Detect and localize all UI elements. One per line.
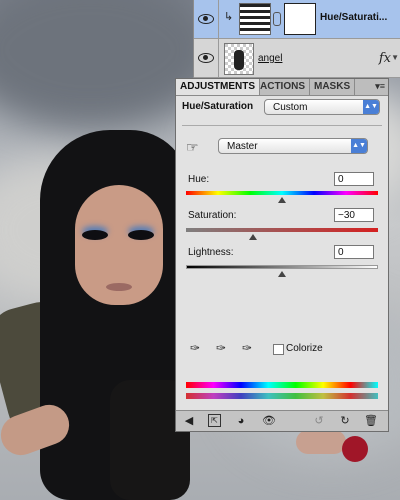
panel-menu-icon[interactable]: ▾≡ bbox=[375, 81, 385, 92]
panel-tabs: ADJUSTMENTS ACTIONS MASKS ▾≡ bbox=[176, 79, 388, 96]
layer-thumbnail bbox=[224, 43, 254, 75]
adjustment-title: Hue/Saturation bbox=[182, 101, 254, 112]
colorize-checkbox[interactable] bbox=[273, 344, 284, 355]
layer-name: angel bbox=[258, 53, 283, 64]
saturation-slider-track[interactable] bbox=[186, 228, 378, 232]
hue-input[interactable]: 0 bbox=[334, 172, 374, 186]
hue-label: Hue: bbox=[188, 174, 210, 185]
colorize-label: Colorize bbox=[286, 343, 323, 354]
clip-arrow-icon: ↳ bbox=[224, 11, 234, 23]
link-icon[interactable] bbox=[273, 12, 281, 26]
delete-icon[interactable]: 🗑 bbox=[364, 414, 378, 428]
lightness-slider-track[interactable] bbox=[186, 265, 378, 269]
lightness-input[interactable]: 0 bbox=[334, 245, 374, 259]
adjustment-thumbnail bbox=[239, 3, 271, 35]
hand-adjust-icon[interactable]: ☞ bbox=[186, 139, 199, 156]
hue-slider-track[interactable] bbox=[186, 191, 378, 195]
layers-panel: ↳ Hue/Saturati... angel fx ▼ bbox=[193, 0, 400, 78]
previous-state-icon[interactable]: ↺ bbox=[312, 414, 326, 428]
chevron-down-icon[interactable]: ▼ bbox=[391, 53, 399, 62]
eyedropper-plus-icon[interactable]: ✑ bbox=[216, 341, 230, 357]
channel-select[interactable]: Master ▲▼ bbox=[218, 138, 368, 154]
lightness-label: Lightness: bbox=[188, 247, 234, 258]
chevron-updown-icon: ▲▼ bbox=[351, 139, 367, 153]
tab-adjustments[interactable]: ADJUSTMENTS bbox=[176, 79, 261, 95]
reset-icon[interactable]: ↻ bbox=[338, 414, 352, 428]
hue-slider-thumb[interactable] bbox=[278, 197, 286, 203]
saturation-input[interactable]: −30 bbox=[334, 208, 374, 222]
tab-actions[interactable]: ACTIONS bbox=[256, 79, 310, 95]
layer-visibility-toggle[interactable] bbox=[194, 0, 219, 38]
clip-icon[interactable]: ◕ bbox=[234, 414, 248, 428]
lightness-slider-thumb[interactable] bbox=[278, 271, 286, 277]
expand-icon[interactable]: ⇱ bbox=[208, 414, 221, 427]
back-arrow-icon[interactable]: ◀ bbox=[182, 414, 196, 428]
adjustments-panel: ADJUSTMENTS ACTIONS MASKS ▾≡ Hue/Saturat… bbox=[175, 78, 389, 432]
tab-masks[interactable]: MASKS bbox=[310, 79, 356, 95]
channel-value: Master bbox=[227, 141, 258, 152]
eye-icon bbox=[198, 14, 214, 24]
output-color-bar bbox=[186, 393, 378, 399]
layer-mask-thumbnail[interactable] bbox=[284, 3, 316, 35]
saturation-label: Saturation: bbox=[188, 210, 237, 221]
visibility-icon[interactable]: 👁 bbox=[262, 414, 276, 428]
preset-select[interactable]: Custom ▲▼ bbox=[264, 99, 380, 115]
chevron-updown-icon: ▲▼ bbox=[363, 100, 379, 114]
fx-icon[interactable]: fx bbox=[379, 51, 391, 66]
layer-row-hue-saturation[interactable]: ↳ Hue/Saturati... bbox=[194, 0, 400, 39]
input-color-bar bbox=[186, 382, 378, 388]
eye-icon bbox=[198, 53, 214, 63]
eyedropper-minus-icon[interactable]: ✑ bbox=[242, 341, 256, 357]
layer-row-angel[interactable]: angel fx ▼ bbox=[194, 39, 400, 78]
layer-visibility-toggle[interactable] bbox=[194, 39, 219, 77]
saturation-slider-thumb[interactable] bbox=[249, 234, 258, 240]
eyedropper-icon[interactable]: ✑ bbox=[190, 341, 204, 357]
layer-name: Hue/Saturati... bbox=[320, 12, 388, 23]
panel-bottom-toolbar: ◀ ⇱ ◕ 👁 ↺ ↻ 🗑 bbox=[176, 410, 388, 431]
preset-value: Custom bbox=[273, 102, 308, 113]
